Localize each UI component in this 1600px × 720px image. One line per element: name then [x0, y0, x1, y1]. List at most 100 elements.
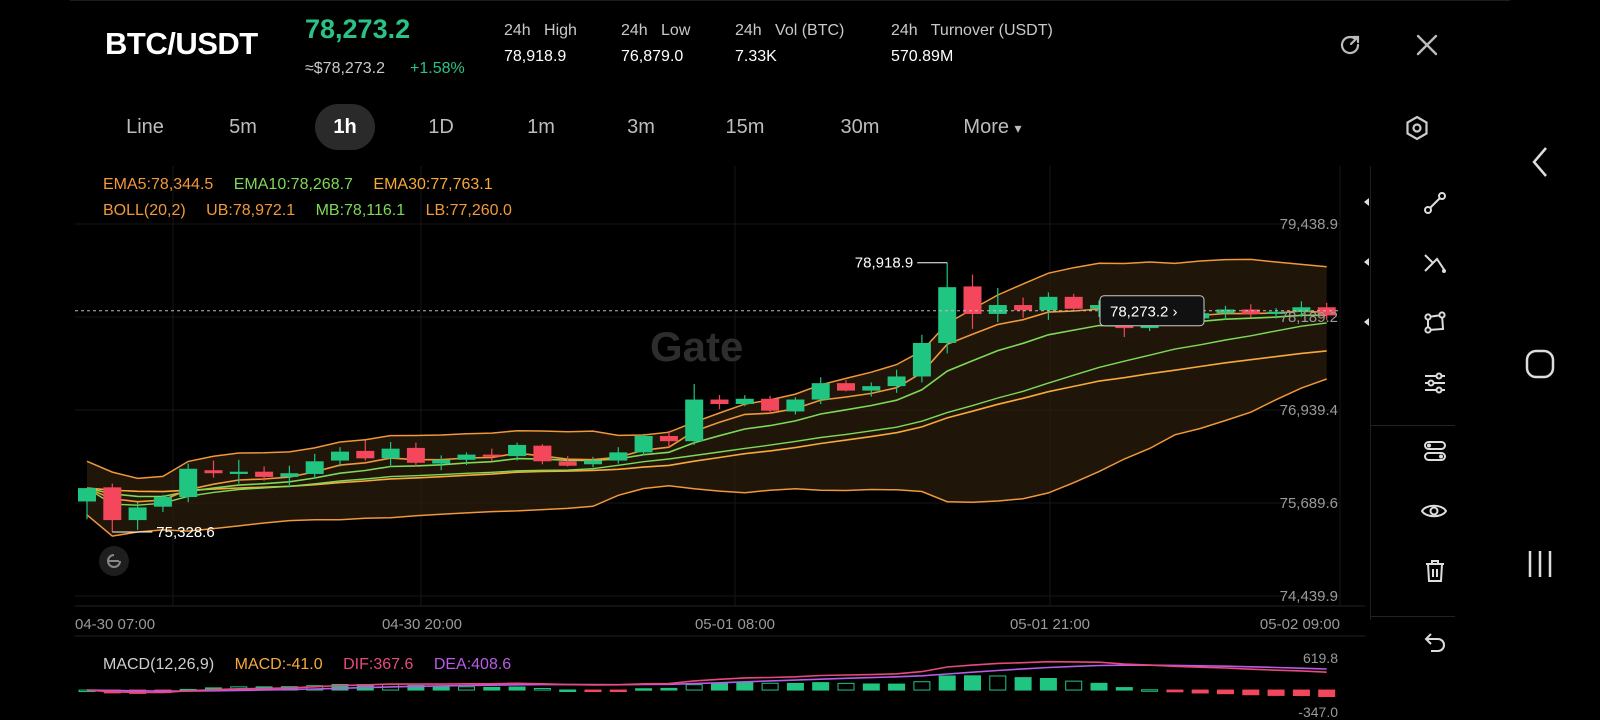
price-axis-tick: 74,439.9 — [1280, 588, 1338, 605]
stat-24h-vol: 24h Vol (BTC) 7.33K — [735, 22, 844, 66]
back-arrow-icon[interactable] — [1510, 144, 1570, 180]
tab-more-label: More — [963, 116, 1009, 138]
tab-line[interactable]: Line — [110, 104, 180, 150]
close-icon[interactable] — [1412, 30, 1442, 60]
chevron-down-icon: ▾ — [1014, 120, 1022, 136]
stat-24h-turnover: 24h Turnover (USDT) 570.89M — [891, 22, 1053, 66]
crossed-lines-tool-icon[interactable] — [1364, 234, 1460, 292]
candle-body — [1014, 305, 1033, 311]
macd-histogram-bar — [685, 684, 703, 691]
toolbar-divider — [1370, 616, 1455, 617]
tab-3m[interactable]: 3m — [611, 104, 671, 150]
candle-body — [609, 452, 628, 461]
macd-histogram-bar — [989, 675, 1007, 691]
macd-histogram-bar — [913, 681, 931, 691]
low-price-label: 75,328.6 — [156, 524, 214, 541]
macd-histogram-bar — [1292, 689, 1310, 697]
macd-histogram-bar — [559, 689, 577, 692]
candle-body — [78, 488, 96, 502]
candle-body — [988, 305, 1007, 314]
macd-histogram-bar — [1242, 689, 1260, 696]
settings-hex-icon[interactable] — [1402, 113, 1432, 143]
chart-canvas[interactable]: Gate 78,918.9 75,328.6 78,273.2 › 79,438.9… — [75, 166, 1470, 720]
high-price-label: 78,918.9 — [855, 255, 913, 272]
tab-1m[interactable]: 1m — [511, 104, 571, 150]
macd-histogram-bar — [635, 688, 653, 691]
macd-histogram-bar — [1267, 689, 1285, 696]
macd-histogram-bar — [1318, 689, 1336, 697]
macd-histogram-bar — [837, 682, 855, 691]
candle-body — [204, 470, 223, 474]
macd-histogram-bar — [1115, 687, 1133, 691]
stat-value: 7.33K — [735, 48, 777, 65]
macd-histogram-bar — [938, 675, 956, 691]
macd-axis-tick: -347.0 — [1298, 704, 1338, 720]
macd-histogram-bar — [584, 689, 602, 693]
candle-body — [887, 376, 906, 387]
macd-legend: MACD(12,26,9) MACD:-41.0 DIF:367.6 DEA:4… — [103, 656, 511, 674]
macd-histogram-bar — [508, 686, 526, 691]
dif-label: DIF:367.6 — [343, 656, 414, 673]
stat-value: 78,918.9 — [504, 48, 567, 65]
macd-histogram-bar — [812, 682, 830, 691]
macd-histogram-bar — [1141, 689, 1159, 692]
stat-value: 76,879.0 — [621, 48, 684, 65]
last-price-tag-label: 78,273.2 › — [1110, 304, 1178, 321]
candle-body — [457, 454, 476, 460]
tab-15m[interactable]: 15m — [715, 104, 775, 150]
macd-histogram-bar — [432, 685, 450, 691]
time-axis-tick: 05-01 08:00 — [695, 616, 775, 633]
toolbar-left-border — [1370, 166, 1371, 620]
macd-histogram-bar — [862, 683, 880, 691]
candlestick-chart[interactable]: Gate 78,918.9 75,328.6 78,273.2 › 79,438.9… — [75, 166, 1470, 720]
tab-5m[interactable]: 5m — [213, 104, 273, 150]
tab-1d[interactable]: 1D — [411, 104, 471, 150]
ema-legend: EMA5:78,344.5 EMA10:78,268.7 EMA30:77,76… — [103, 176, 493, 194]
pair-title[interactable]: BTC/USDT — [105, 26, 258, 62]
recents-icon[interactable] — [1510, 548, 1570, 580]
candle-body — [634, 436, 653, 453]
candle-body — [406, 447, 425, 463]
tab-more[interactable]: More ▾ — [950, 104, 1035, 150]
template-icon[interactable] — [1370, 422, 1460, 480]
candle-body — [280, 473, 299, 477]
undo-icon[interactable] — [1370, 612, 1460, 670]
gate-watermark: Gate — [650, 323, 743, 370]
candle-body — [179, 468, 198, 498]
trendline-tool-icon[interactable] — [1364, 174, 1460, 232]
price-axis-tick: 76,939.4 — [1280, 402, 1338, 419]
macd-histogram-bar — [888, 683, 906, 691]
candle-body — [837, 383, 855, 391]
visibility-icon[interactable] — [1370, 482, 1460, 540]
candle-body — [710, 399, 729, 405]
delete-icon[interactable] — [1370, 542, 1460, 600]
stat-label: 24h Low — [621, 22, 691, 39]
tab-30m[interactable]: 30m — [825, 104, 895, 150]
candle-body — [128, 507, 147, 521]
macd-histogram-bar — [660, 687, 678, 691]
boll-lb-label: LB:77,260.0 — [425, 202, 512, 219]
candle-body — [938, 287, 957, 343]
macd-histogram-bar — [458, 686, 475, 691]
macd-histogram-bar — [1166, 689, 1184, 693]
boll-legend: BOLL(20,2) UB:78,972.1 MB:78,116.1 LB:77… — [103, 202, 512, 220]
macd-histogram-bar — [1090, 682, 1108, 691]
candle-body — [153, 497, 172, 507]
refresh-share-icon[interactable] — [1335, 30, 1365, 60]
tab-1h[interactable]: 1h — [315, 104, 375, 150]
chart-reset-icon[interactable] — [99, 546, 129, 576]
macd-histogram-bar — [609, 689, 627, 693]
candle-body — [432, 459, 451, 464]
home-icon[interactable] — [1510, 348, 1570, 380]
candle-body — [811, 383, 830, 400]
top-border — [70, 0, 1510, 4]
shape-tool-icon[interactable] — [1364, 294, 1460, 352]
stat-label: 24h Turnover (USDT) — [891, 22, 1053, 39]
indicator-settings-icon[interactable] — [1370, 354, 1460, 412]
candle-body — [1064, 296, 1083, 309]
candle-body — [356, 450, 375, 459]
change-percent: +1.58% — [410, 60, 465, 77]
price-axis-tick: 79,438.9 — [1280, 216, 1338, 233]
candle-body — [103, 487, 122, 521]
candle-body — [659, 436, 678, 442]
